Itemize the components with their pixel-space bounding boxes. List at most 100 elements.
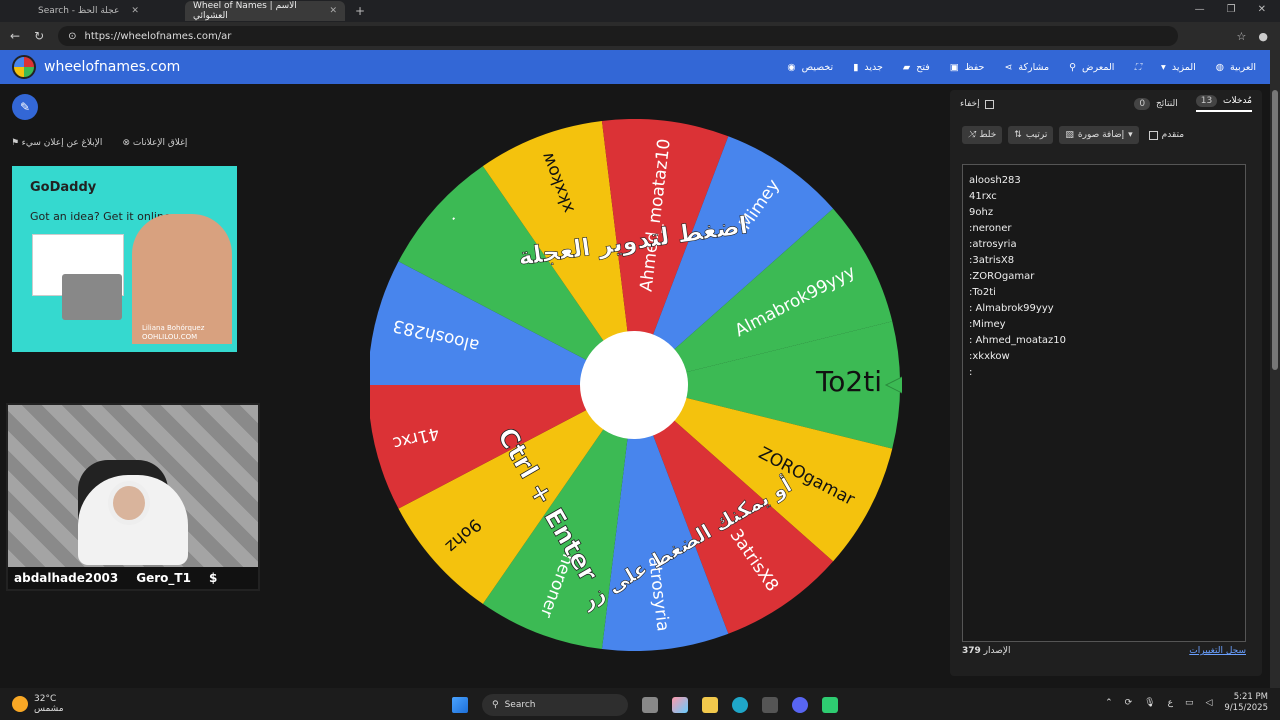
close-circle-icon: ⊗ <box>122 138 130 148</box>
microphone-icon[interactable]: 🎙 <box>1144 698 1155 708</box>
entry-line: : <box>969 367 973 378</box>
sun-icon <box>12 696 28 712</box>
globe-icon: ◍ <box>1215 61 1225 73</box>
new-tab-icon[interactable]: + <box>355 4 365 18</box>
url-field[interactable]: ⊙ https://wheelofnames.com/ar <box>58 26 1179 46</box>
maximize-icon[interactable]: ❐ <box>1227 4 1236 15</box>
browser-tab-wheel[interactable]: Wheel of Names | الاسم العشوائي ✕ <box>185 1 345 21</box>
weather-widget[interactable]: 32°C مشمس <box>0 694 64 714</box>
advanced-toggle[interactable]: متقدم <box>1148 130 1184 140</box>
wheel[interactable]: To2ti ZOROgamar 3atrisX8 atrosyria neroner 9o… <box>368 119 923 651</box>
volume-icon[interactable]: ◁ <box>1205 698 1212 708</box>
menu-share[interactable]: ⋖ مشاركة <box>1004 62 1049 73</box>
taskbar: 32°C مشمس ⚲ Search ⌃ ⟳ 🎙 ع ▭ ◁ 5:21 PM 9/… <box>0 688 1280 720</box>
wheel-center-button[interactable] <box>580 331 688 439</box>
ad-links: ⚑ الإبلاغ عن إعلان سيء ⊗ إغلاق الإعلانات <box>12 138 187 148</box>
ad-banner[interactable]: GoDaddy Got an idea? Get it online. Lili… <box>12 166 237 352</box>
close-ads-link[interactable]: ⊗ إغلاق الإعلانات <box>122 138 187 148</box>
discord-icon[interactable] <box>792 697 808 713</box>
menu-fullscreen[interactable]: ⛶ <box>1134 62 1141 73</box>
tab-results[interactable]: النتائج 0 <box>1134 98 1178 110</box>
language-indicator[interactable]: ع <box>1168 698 1173 708</box>
store-icon[interactable] <box>762 697 778 713</box>
panel-footer: 379 الإصدار سجل التغييرات <box>962 646 1246 656</box>
ad-credit: Liliana Bohórquez OOHLILOU.COM <box>142 324 205 341</box>
sync-icon[interactable]: ⟳ <box>1125 698 1133 708</box>
add-image-button[interactable]: ▧ إضافة صورة ▾ <box>1059 126 1139 144</box>
taskbar-apps: ⚲ Search <box>452 694 838 716</box>
back-icon[interactable]: ← <box>10 29 20 43</box>
entry-line: :neroner <box>969 223 1012 234</box>
entries-count-badge: 13 <box>1195 95 1218 107</box>
brand-name: wheelofnames.com <box>44 59 181 75</box>
sort-icon: ⇅ <box>1014 130 1022 140</box>
panel-tabs: مُدخلات 13 النتائج 0 إخفاء <box>950 90 1262 118</box>
profile-icon[interactable]: ● <box>1258 30 1268 43</box>
ad-brand: GoDaddy <box>30 180 97 195</box>
site-menu: ◉ تخصيص ▮ جديد ▰ فتح ▣ حفظ ⋖ مشاركة ⚲ المعرض ⛶… <box>787 62 1270 73</box>
browser-tab-bar: Search - عجلة الحظ ✕ Wheel of Names | ال… <box>0 0 1280 22</box>
file-icon: ▮ <box>853 61 859 73</box>
wheel-segment-label: To2ti <box>815 365 882 398</box>
shuffle-icon: ⤨ <box>968 130 976 140</box>
edge-browser-icon[interactable] <box>732 697 748 713</box>
file-explorer-icon[interactable] <box>702 697 718 713</box>
menu-gallery[interactable]: ⚲ المعرض <box>1069 62 1114 73</box>
tab-label: Wheel of Names | الاسم العشوائي <box>193 1 297 21</box>
menu-customize[interactable]: ◉ تخصيص <box>787 62 833 73</box>
image-icon: ▧ <box>1065 130 1074 140</box>
scrollbar-thumb[interactable] <box>1272 90 1278 370</box>
address-bar: ← ↻ ⊙ https://wheelofnames.com/ar ☆ ● <box>0 22 1280 50</box>
app-icon[interactable] <box>822 697 838 713</box>
task-view-icon[interactable] <box>642 697 658 713</box>
save-icon: ▣ <box>949 61 959 73</box>
copilot-icon[interactable] <box>672 697 688 713</box>
entry-line: :xkxkow <box>969 351 1010 362</box>
hide-toggle[interactable]: إخفاء <box>960 99 994 109</box>
menu-more[interactable]: ▾ المزيد <box>1161 62 1196 73</box>
wheel-svg[interactable]: To2tiZOROgamar3atrisX8atrosyrianeroner9o… <box>368 119 923 651</box>
page-scrollbar[interactable] <box>1270 50 1280 688</box>
browser-tab-search[interactable]: Search - عجلة الحظ ✕ <box>30 1 185 21</box>
menu-save[interactable]: ▣ حفظ <box>950 62 985 73</box>
entry-line: :ZOROgamar <box>969 271 1035 282</box>
tab-entries[interactable]: مُدخلات 13 <box>1195 95 1252 112</box>
entry-line: :3atrisX8 <box>969 255 1015 266</box>
reload-icon[interactable]: ↻ <box>34 29 44 43</box>
menu-open[interactable]: ▰ فتح <box>903 62 930 73</box>
minimize-icon[interactable]: — <box>1195 4 1205 15</box>
chevron-up-icon[interactable]: ⌃ <box>1105 698 1113 708</box>
search-icon: ⚲ <box>492 700 499 710</box>
favorite-icon[interactable]: ☆ <box>1237 30 1247 43</box>
hide-checkbox[interactable] <box>984 99 994 109</box>
close-icon[interactable]: ✕ <box>329 6 337 16</box>
advanced-checkbox[interactable] <box>1148 130 1158 140</box>
folder-icon: ▰ <box>902 61 911 73</box>
report-ad-link[interactable]: ⚑ الإبلاغ عن إعلان سيء <box>12 138 102 148</box>
network-icon[interactable]: ▭ <box>1185 698 1194 708</box>
close-icon[interactable]: ✕ <box>131 6 139 16</box>
flag-icon: ⚑ <box>12 138 19 148</box>
changelog-link[interactable]: سجل التغييرات <box>1189 646 1246 656</box>
fullscreen-icon: ⛶ <box>1134 61 1142 73</box>
clock[interactable]: 5:21 PM 9/15/2025 <box>1224 692 1268 714</box>
search-icon: ⚲ <box>1069 61 1077 73</box>
sort-button[interactable]: ⇅ ترتيب <box>1008 126 1054 144</box>
share-icon: ⋖ <box>1004 61 1013 73</box>
menu-new[interactable]: ▮ جديد <box>853 62 883 73</box>
version: 379 الإصدار <box>962 646 1011 656</box>
results-count-badge: 0 <box>1134 98 1151 110</box>
palette-icon: ◉ <box>787 61 796 73</box>
shuffle-button[interactable]: ⤨ خلط <box>962 126 1003 144</box>
edit-pencil-icon[interactable]: ✎ <box>12 94 38 120</box>
brand[interactable]: wheelofnames.com <box>0 55 180 79</box>
menu-language[interactable]: ◍ العربية <box>1216 62 1256 73</box>
entry-line: : Ahmed_moataz10 <box>969 335 1066 346</box>
windows-start-icon[interactable] <box>452 697 468 713</box>
entries-textarea[interactable]: aloosh283 41rxc 9ohz:neroner:atrosyria:3at… <box>962 164 1246 642</box>
close-icon[interactable]: ✕ <box>1258 4 1266 15</box>
webcam-overlay: abdalhade2003 Gero_T1 $ <box>6 403 260 591</box>
main-area: ✎ ⚑ الإبلاغ عن إعلان سيء ⊗ إغلاق الإعلان… <box>0 84 1270 688</box>
taskbar-search[interactable]: ⚲ Search <box>482 694 628 716</box>
entry-line: : Almabrok99yyy <box>969 303 1054 314</box>
